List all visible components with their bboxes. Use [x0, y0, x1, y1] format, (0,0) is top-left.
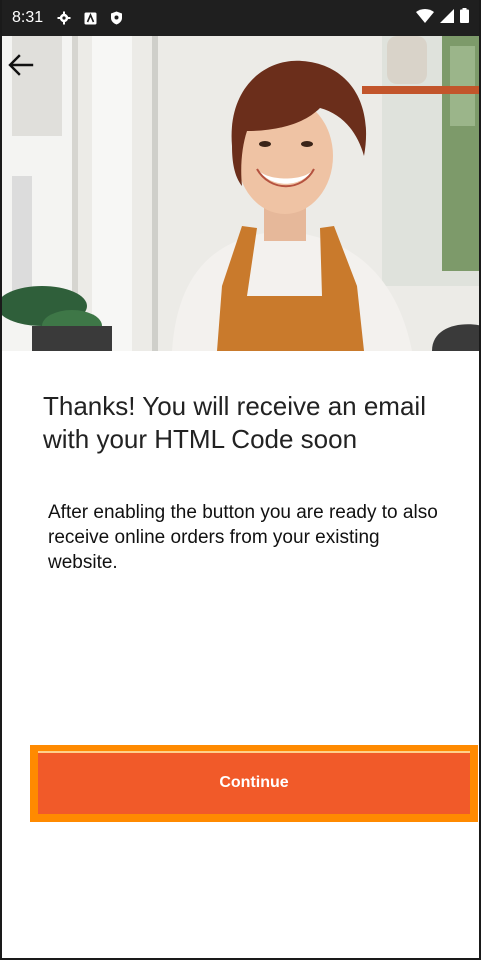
cell-signal-icon: [440, 8, 454, 28]
confirmation-body: After enabling the button you are ready …: [48, 502, 438, 573]
continue-button-highlight: Continue: [30, 745, 478, 822]
shield-icon: [109, 11, 123, 25]
status-time: 8:31: [12, 9, 44, 26]
status-bar: 8:31: [2, 0, 479, 36]
gear-icon: [57, 11, 71, 25]
battery-icon: [460, 8, 469, 28]
arrow-left-icon: [8, 54, 34, 76]
confirmation-headline: Thanks! You will receive an email with y…: [43, 391, 426, 454]
continue-button[interactable]: Continue: [38, 751, 470, 814]
app-screen: 8:31 Thanks! You will receive an email w…: [0, 0, 481, 960]
a-box-icon: [83, 11, 97, 25]
status-right-group: [416, 8, 469, 28]
wifi-icon: [416, 8, 434, 28]
hero-image: [2, 36, 479, 351]
back-button[interactable]: [6, 50, 36, 80]
